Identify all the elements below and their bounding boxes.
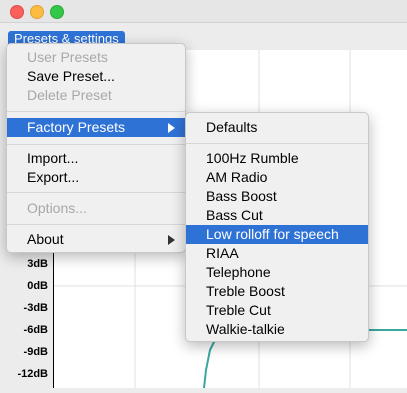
menu-separator (7, 144, 185, 145)
submenu-item-100hz-rumble[interactable]: 100Hz Rumble (186, 149, 368, 168)
menu-item-delete-preset: Delete Preset (27, 87, 112, 103)
submenu-item-treble-cut[interactable]: Treble Cut (186, 301, 368, 320)
submenu-item-defaults[interactable]: Defaults (186, 118, 368, 137)
submenu-item-bass-cut[interactable]: Bass Cut (186, 206, 368, 225)
close-icon[interactable] (10, 5, 24, 19)
window-titlebar (0, 0, 407, 23)
y-axis-label: 0dB (27, 280, 48, 292)
submenu-arrow-icon (168, 123, 175, 133)
menu-item-about[interactable]: About (7, 230, 185, 249)
menu-separator (7, 111, 185, 112)
menu-item-factory-presets[interactable]: Factory Presets (7, 118, 185, 137)
presets-menu: User Presets Save Preset... Delete Prese… (6, 43, 186, 253)
menu-item-options: Options... (27, 200, 87, 216)
menu-item-label: About (27, 231, 64, 247)
factory-presets-submenu: Defaults 100Hz Rumble AM Radio Bass Boos… (185, 112, 369, 342)
submenu-item-bass-boost[interactable]: Bass Boost (186, 187, 368, 206)
zoom-icon[interactable] (50, 5, 64, 19)
y-axis-label: -12dB (17, 368, 48, 380)
submenu-arrow-icon (168, 235, 175, 245)
submenu-item-am-radio[interactable]: AM Radio (186, 168, 368, 187)
submenu-item-riaa[interactable]: RIAA (186, 244, 368, 263)
menu-separator (7, 192, 185, 193)
menu-separator (186, 143, 368, 144)
menu-item-user-presets: User Presets (27, 49, 108, 65)
submenu-item-low-rolloff-for-speech[interactable]: Low rolloff for speech (186, 225, 368, 244)
minimize-icon[interactable] (30, 5, 44, 19)
menu-item-import[interactable]: Import... (7, 149, 185, 168)
menu-item-export[interactable]: Export... (7, 168, 185, 187)
menu-item-label: Factory Presets (27, 119, 126, 135)
menu-separator (7, 224, 185, 225)
y-axis-label: -6dB (23, 324, 48, 336)
submenu-item-treble-boost[interactable]: Treble Boost (186, 282, 368, 301)
submenu-item-telephone[interactable]: Telephone (186, 263, 368, 282)
submenu-item-walkie-talkie[interactable]: Walkie-talkie (186, 320, 368, 339)
y-axis-label: -9dB (23, 346, 48, 358)
y-axis-label: -3dB (23, 302, 48, 314)
y-axis-label: 3dB (27, 258, 48, 270)
menu-item-save-preset[interactable]: Save Preset... (7, 67, 185, 86)
